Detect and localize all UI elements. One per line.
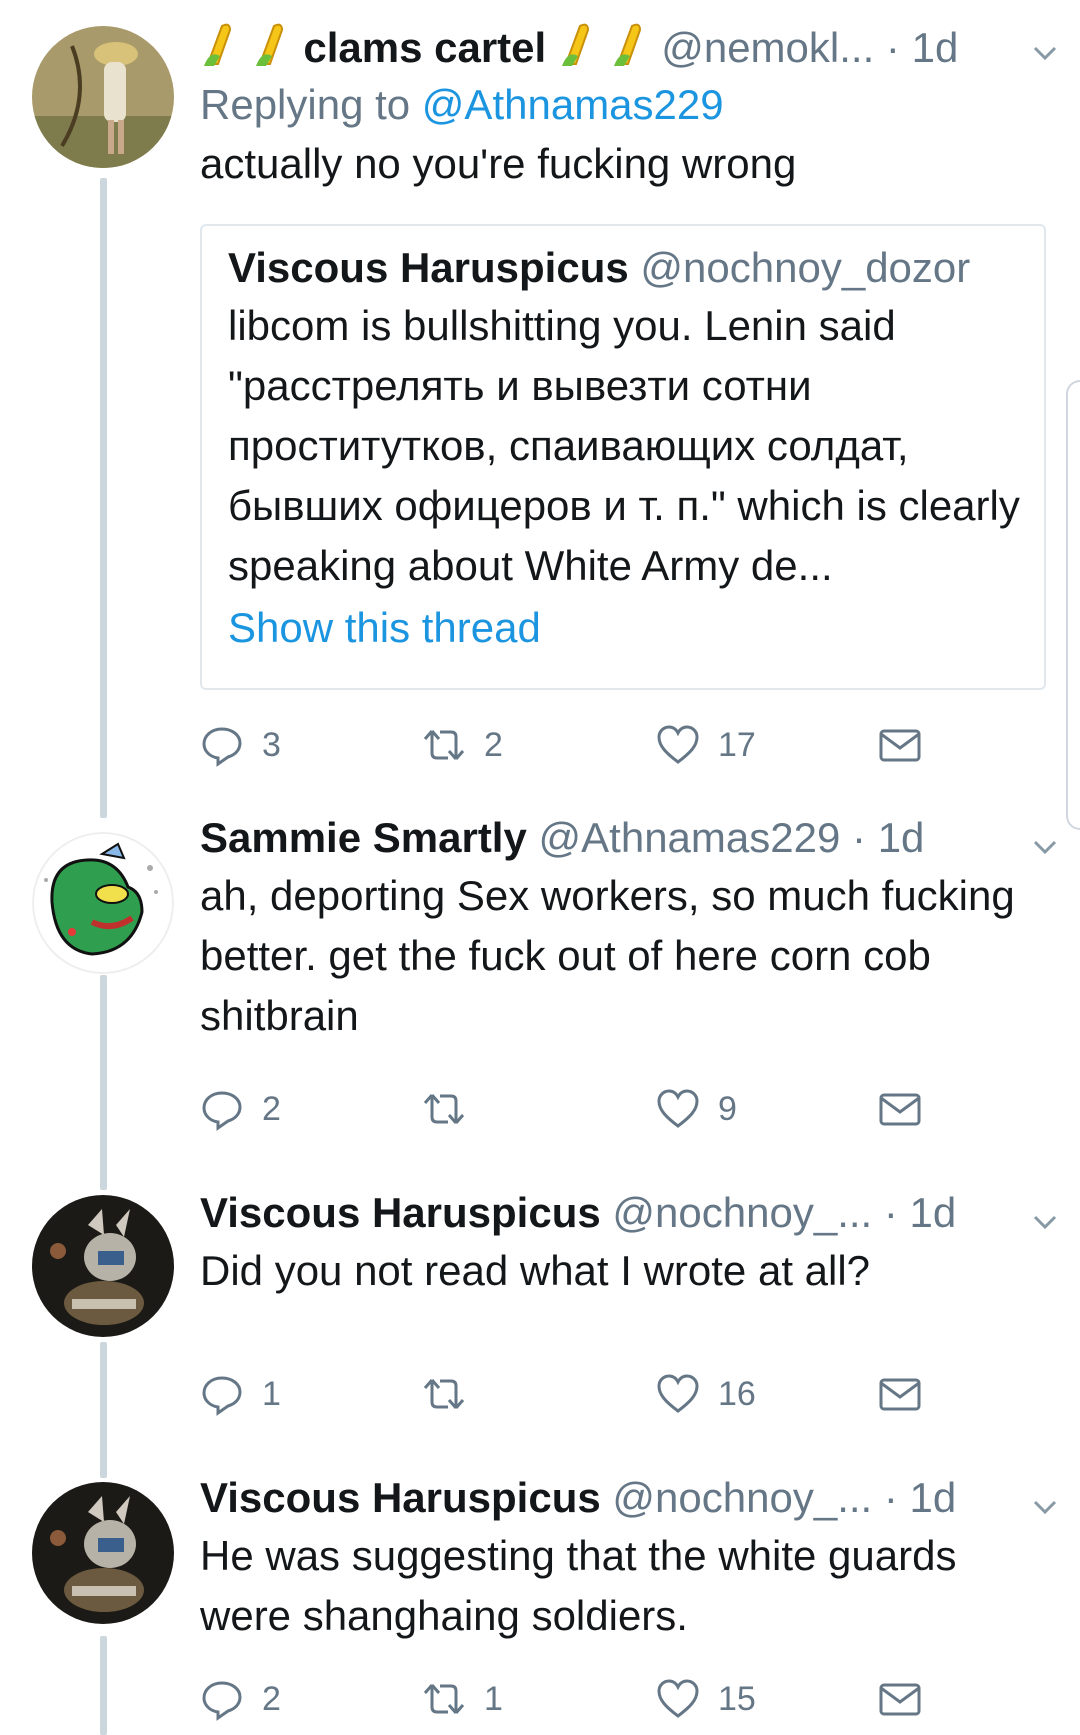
tweet-text: actually no you're fucking wrong (200, 140, 797, 187)
envelope-icon (879, 1378, 921, 1411)
envelope-icon (879, 1093, 921, 1126)
timestamp[interactable]: 1d (910, 1189, 957, 1236)
tweet-header: Sammie Smartly @Athnamas229 · 1d (200, 810, 1050, 866)
show-thread-link[interactable]: Show this thread (228, 598, 1024, 658)
retweet-button[interactable] (422, 1084, 484, 1134)
reply-count: 1 (262, 1374, 281, 1413)
reply-count: 2 (262, 1089, 281, 1128)
separator-dot: · (883, 1189, 898, 1236)
retweet-button[interactable]: 1 (422, 1674, 503, 1724)
tweet-header: Viscous Haruspicus @nochnoy_... · 1d (200, 1470, 1050, 1526)
user-handle[interactable]: @nemokl... (661, 24, 874, 71)
timestamp[interactable]: 1d (910, 1474, 957, 1521)
timestamp[interactable]: 1d (878, 814, 925, 861)
reply-icon (202, 1681, 242, 1721)
corn-emoji-icon (546, 23, 661, 71)
tweet-header: Viscous Haruspicus @nochnoy_... · 1d (200, 1185, 1050, 1241)
reply-button[interactable]: 3 (200, 720, 281, 770)
user-handle[interactable]: @Athnamas229 (539, 814, 841, 861)
like-count: 16 (718, 1374, 756, 1413)
display-name[interactable]: Viscous Haruspicus (200, 1474, 601, 1521)
envelope-icon (879, 729, 921, 762)
corn-emoji-icon (200, 23, 303, 71)
timestamp[interactable]: 1d (912, 24, 959, 71)
heart-icon (657, 725, 699, 764)
reply-icon (202, 1091, 242, 1131)
separator-dot: · (883, 1474, 898, 1521)
reply-icon (202, 727, 242, 767)
retweet-count: 2 (484, 725, 503, 764)
display-name[interactable]: clams cartel (303, 24, 546, 71)
envelope-icon (879, 1683, 921, 1716)
direct-message-button[interactable] (878, 1369, 922, 1419)
quoted-tweet-header: Viscous Haruspicus @nochnoy_dozor (228, 240, 1024, 296)
quoted-display-name: Viscous Haruspicus (228, 244, 629, 291)
display-name[interactable]: Viscous Haruspicus (200, 1189, 601, 1236)
heart-icon (657, 1089, 699, 1128)
avatar[interactable] (32, 832, 174, 974)
retweet-icon (423, 1684, 465, 1714)
tweet[interactable]: Viscous Haruspicus @nochnoy_... · 1d He … (0, 1470, 1080, 1735)
retweet-count: 1 (484, 1679, 503, 1718)
chevron-down-icon[interactable] (1028, 1490, 1062, 1524)
tweet-text: He was suggesting that the white guards … (200, 1532, 957, 1639)
tweet[interactable]: Sammie Smartly @Athnamas229 · 1d ah, dep… (0, 810, 1080, 1140)
tweet-header: clams cartel @nemokl... · 1d (200, 20, 1050, 76)
avatar[interactable] (32, 26, 174, 168)
avatar[interactable] (32, 1482, 174, 1624)
direct-message-button[interactable] (878, 1084, 922, 1134)
direct-message-button[interactable] (878, 1674, 922, 1724)
reply-count: 3 (262, 725, 281, 764)
chevron-down-icon[interactable] (1028, 1205, 1062, 1239)
tweet[interactable]: clams cartel @nemokl... · 1d Replying to… (0, 0, 1080, 790)
retweet-icon (423, 730, 465, 760)
heart-icon (657, 1374, 699, 1413)
quoted-tweet-text: libcom is bullshitting you. Lenin said "… (228, 302, 1020, 589)
quoted-tweet[interactable]: Viscous Haruspicus @nochnoy_dozor libcom… (200, 224, 1046, 690)
user-handle[interactable]: @nochnoy_... (612, 1189, 872, 1236)
tweet-text: Did you not read what I wrote at all? (200, 1247, 871, 1294)
display-name[interactable]: Sammie Smartly (200, 814, 527, 861)
mention-link[interactable]: @Athnamas229 (422, 81, 724, 128)
tweet[interactable]: Viscous Haruspicus @nochnoy_... · 1d Did… (0, 1185, 1080, 1425)
tweet-actions: 3 2 17 (200, 720, 940, 770)
reply-button[interactable]: 1 (200, 1369, 281, 1419)
like-button[interactable]: 15 (656, 1674, 756, 1724)
like-count: 17 (718, 725, 756, 764)
retweet-icon (423, 1379, 465, 1409)
retweet-button[interactable] (422, 1369, 484, 1419)
reply-icon (202, 1376, 242, 1416)
retweet-icon (423, 1094, 465, 1124)
avatar[interactable] (32, 1195, 174, 1337)
quoted-user-handle: @nochnoy_dozor (640, 244, 971, 291)
reply-count: 2 (262, 1679, 281, 1718)
like-button[interactable]: 16 (656, 1369, 756, 1419)
separator-dot: · (885, 24, 900, 71)
separator-dot: · (852, 814, 867, 861)
heart-icon (657, 1679, 699, 1718)
replying-to-label: Replying to (200, 81, 411, 128)
tweet-text: ah, deporting Sex workers, so much fucki… (200, 872, 1015, 1039)
reply-button[interactable]: 2 (200, 1674, 281, 1724)
chevron-down-icon[interactable] (1028, 830, 1062, 864)
replying-to: Replying to @Athnamas229 (200, 76, 1050, 134)
direct-message-button[interactable] (878, 720, 922, 770)
retweet-button[interactable]: 2 (422, 720, 503, 770)
like-button[interactable]: 17 (656, 720, 756, 770)
reply-button[interactable]: 2 (200, 1084, 281, 1134)
like-count: 15 (718, 1679, 756, 1718)
tweet-actions: 1 16 (200, 1369, 940, 1419)
like-button[interactable]: 9 (656, 1084, 737, 1134)
tweet-actions: 2 9 (200, 1084, 940, 1134)
tweet-actions: 2 1 15 (200, 1674, 940, 1724)
like-count: 9 (718, 1089, 737, 1128)
chevron-down-icon[interactable] (1028, 36, 1062, 70)
user-handle[interactable]: @nochnoy_... (612, 1474, 872, 1521)
